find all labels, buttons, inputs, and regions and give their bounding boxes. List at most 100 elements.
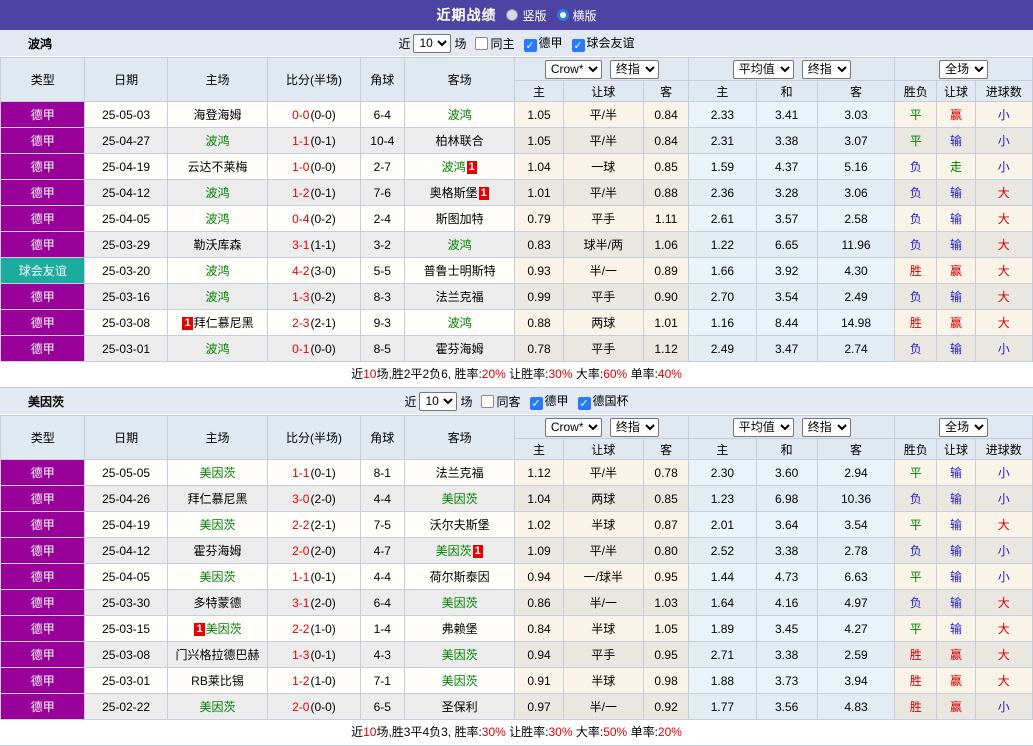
corner-count: 8-1 <box>359 459 405 486</box>
home-team-name[interactable]: 波鸿 <box>206 212 230 226</box>
away-team-name[interactable]: 法兰克福 <box>436 290 484 304</box>
full-time-score: 1-1 <box>292 465 310 480</box>
summary-segment: 30% <box>481 725 506 739</box>
vertical-radio-icon[interactable] <box>506 9 519 21</box>
card-count-badge: 1 <box>182 317 193 330</box>
home-team-name[interactable]: 美因茨 <box>200 570 236 584</box>
away-team-name[interactable]: 波鸿 <box>448 238 472 252</box>
away-team-name[interactable]: 圣保利 <box>442 700 478 714</box>
home-team-name[interactable]: 多特蒙德 <box>194 596 242 610</box>
layout-option-vertical[interactable]: 竖版 <box>506 7 547 24</box>
home-team-cell: 多特蒙德 <box>166 589 269 616</box>
col-header-type: 类型 <box>0 415 86 460</box>
checkbox-icon[interactable]: ✓ <box>523 39 537 52</box>
avg-odds-away: 2.74 <box>816 335 896 362</box>
away-team-name[interactable]: 柏林联合 <box>436 134 484 148</box>
avg-stage-select[interactable]: 终指 <box>801 417 851 437</box>
home-team-cell: 霍芬海姆 <box>166 537 269 564</box>
away-team-name[interactable]: 美因茨 <box>442 492 478 506</box>
away-team-name[interactable]: 霍芬海姆 <box>436 342 484 356</box>
filter-checkbox-club-friendly[interactable]: ✓ 球会友谊 <box>566 34 635 52</box>
team-results-table: 类型 日期 主场 比分(半场) 角球 客场 Crow* 终指 平均值 终指 全场 主… <box>0 57 1033 362</box>
home-team-name[interactable]: 海登海姆 <box>194 108 242 122</box>
home-team-name[interactable]: 波鸿 <box>206 186 230 200</box>
summary-segment: 大率: <box>572 367 604 381</box>
scope-select[interactable]: 全场 <box>939 59 989 79</box>
avg-type-select[interactable]: 平均值 <box>732 417 794 437</box>
home-team-name[interactable]: 美因茨 <box>200 466 236 480</box>
away-team-name[interactable]: 普鲁士明斯特 <box>424 264 496 278</box>
home-team-name[interactable]: 波鸿 <box>206 264 230 278</box>
checkbox-icon[interactable]: ✓ <box>529 397 543 410</box>
odds-company-select[interactable]: Crow* <box>544 417 602 437</box>
match-row: 德甲 25-03-29 勒沃库森 3-1(1-1) 3-2 波鸿 0.83 球半/两 1.06 1… <box>0 231 1033 258</box>
away-team-name[interactable]: 波鸿 <box>448 108 472 122</box>
filter-checkbox-bundesliga[interactable]: ✓ 德甲 <box>524 392 569 410</box>
match-date: 25-03-30 <box>84 589 168 616</box>
home-team-name[interactable]: 勒沃库森 <box>194 238 242 252</box>
corner-count: 4-3 <box>359 641 405 668</box>
home-team-name[interactable]: 拜仁慕尼黑 <box>188 492 248 506</box>
home-team-name[interactable]: 美因茨 <box>200 518 236 532</box>
away-team-name[interactable]: 美因茨 <box>442 674 478 688</box>
avg-odds-away: 2.49 <box>816 283 896 310</box>
away-team-name[interactable]: 奥格斯堡 <box>430 186 478 200</box>
avg-odds-home: 2.71 <box>688 641 757 668</box>
away-team-cell: 弗赖堡 <box>403 615 516 642</box>
away-team-name[interactable]: 波鸿 <box>448 316 472 330</box>
away-team-name[interactable]: 沃尔夫斯堡 <box>430 518 490 532</box>
half-time-score: (1-1) <box>310 237 336 252</box>
checkbox-icon[interactable] <box>481 394 495 408</box>
avg-odds-draw: 6.65 <box>755 231 818 258</box>
odds-company-select[interactable]: Crow* <box>544 59 602 79</box>
home-team-name[interactable]: RB莱比锡 <box>191 674 244 688</box>
home-team-name[interactable]: 美因茨 <box>200 700 236 714</box>
odds-stage-select[interactable]: 终指 <box>609 59 659 79</box>
home-team-name[interactable]: 美因茨 <box>206 622 242 636</box>
away-team-name[interactable]: 弗赖堡 <box>442 622 478 636</box>
avg-odds-away: 4.97 <box>816 589 896 616</box>
away-team-name[interactable]: 斯图加特 <box>436 212 484 226</box>
match-date: 25-04-19 <box>84 511 168 538</box>
col-header-home: 主场 <box>166 415 269 460</box>
away-team-name[interactable]: 荷尔斯泰因 <box>430 570 490 584</box>
full-time-score: 0-0 <box>292 107 310 122</box>
half-time-score: (0-0) <box>310 159 336 174</box>
home-team-name[interactable]: 波鸿 <box>206 342 230 356</box>
handicap-odds-home: 0.99 <box>514 283 564 310</box>
filter-checkbox-same-home[interactable]: 同主 <box>469 35 515 52</box>
avg-stage-select[interactable]: 终指 <box>801 59 851 79</box>
away-team-name[interactable]: 美因茨 <box>442 596 478 610</box>
home-team-name[interactable]: 波鸿 <box>206 134 230 148</box>
away-team-name[interactable]: 美因茨 <box>442 648 478 662</box>
home-team-name[interactable]: 云达不莱梅 <box>188 160 248 174</box>
handicap-odds-away: 0.90 <box>642 283 690 310</box>
home-team-name[interactable]: 拜仁慕尼黑 <box>194 316 254 330</box>
filter-checkbox-dfb-pokal[interactable]: ✓ 德国杯 <box>572 392 629 410</box>
away-team-name[interactable]: 波鸿 <box>442 160 466 174</box>
filter-checkbox-same-away[interactable]: 同客 <box>475 393 521 410</box>
home-team-name[interactable]: 波鸿 <box>206 290 230 304</box>
away-team-cell: 霍芬海姆 <box>403 335 516 362</box>
away-team-name[interactable]: 美因茨 <box>436 544 472 558</box>
league-type-cell: 球会友谊 <box>0 257 86 284</box>
filter-controls: 近 10 场 同主 ✓ 德甲 ✓ 球会友谊 <box>398 33 635 53</box>
recent-count-select[interactable]: 10 <box>419 391 458 411</box>
checkbox-icon[interactable] <box>475 36 489 50</box>
home-team-name[interactable]: 霍芬海姆 <box>194 544 242 558</box>
checkbox-icon[interactable]: ✓ <box>577 397 591 410</box>
filter-checkbox-bundesliga[interactable]: ✓ 德甲 <box>518 34 563 52</box>
scope-select[interactable]: 全场 <box>939 417 989 437</box>
horizontal-radio-icon[interactable] <box>556 9 569 21</box>
layout-option-horizontal[interactable]: 横版 <box>556 7 597 24</box>
summary-segment: 10 <box>363 367 377 381</box>
recent-count-select[interactable]: 10 <box>413 33 452 53</box>
odds-stage-select[interactable]: 终指 <box>609 417 659 437</box>
score-cell: 1-2(1-0) <box>267 667 361 694</box>
home-team-name[interactable]: 门兴格拉德巴赫 <box>176 648 260 662</box>
checkbox-icon[interactable]: ✓ <box>571 39 585 52</box>
record-summary: 近10场,胜3平4负3, 胜率:30% 让胜率:30% 大率:50% 单率:20… <box>0 720 1033 746</box>
col-header-away: 客场 <box>403 415 516 460</box>
avg-type-select[interactable]: 平均值 <box>732 59 794 79</box>
away-team-name[interactable]: 法兰克福 <box>436 466 484 480</box>
